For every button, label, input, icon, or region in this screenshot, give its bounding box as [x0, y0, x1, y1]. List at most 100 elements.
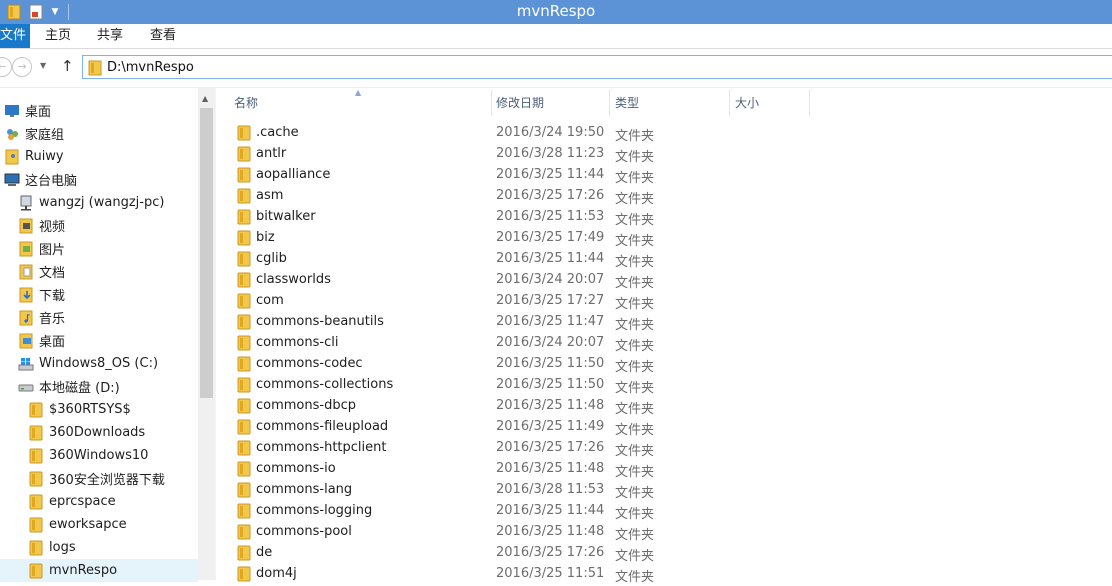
nav-tree-item[interactable]: 文档	[0, 260, 198, 283]
back-button[interactable]: ←	[0, 57, 12, 77]
file-type: 文件夹	[615, 465, 655, 480]
file-name: de	[256, 545, 273, 560]
user-folder-icon	[4, 149, 20, 165]
nav-tree-item-label: 桌面	[39, 335, 66, 350]
file-type: 文件夹	[615, 318, 655, 333]
file-name: bitwalker	[256, 209, 316, 224]
file-row[interactable]: commons-beanutils 2016/3/25 11:47 文件夹	[216, 312, 1112, 333]
folder-icon	[28, 425, 44, 441]
nav-tree-item-label: 家庭组	[25, 128, 65, 143]
file-row[interactable]: classworlds 2016/3/24 20:07 文件夹	[216, 270, 1112, 291]
file-row[interactable]: asm 2016/3/25 17:26 文件夹	[216, 186, 1112, 207]
column-header-name[interactable]: 名称	[234, 88, 258, 118]
column-divider[interactable]	[809, 90, 810, 116]
file-row[interactable]: .cache 2016/3/24 19:50 文件夹	[216, 123, 1112, 144]
column-header-size[interactable]: 大小	[735, 88, 759, 118]
tab-view[interactable]: 查看	[150, 24, 176, 48]
scrollbar-thumb[interactable]	[200, 108, 213, 398]
file-row[interactable]: cglib 2016/3/25 11:44 文件夹	[216, 249, 1112, 270]
address-bar[interactable]: D:\mvnRespo	[82, 55, 1112, 79]
nav-tree-item[interactable]: Ruiwy	[0, 145, 198, 168]
folder-icon	[28, 448, 44, 464]
downloads-icon	[18, 287, 34, 303]
file-type: 文件夹	[615, 528, 655, 543]
file-row[interactable]: commons-dbcp 2016/3/25 11:48 文件夹	[216, 396, 1112, 417]
file-row[interactable]: commons-io 2016/3/25 11:48 文件夹	[216, 459, 1112, 480]
title-bar: ▼ mvnRespo	[0, 0, 1112, 24]
file-date-modified: 2016/3/25 11:50	[496, 377, 605, 392]
folder-icon	[236, 482, 252, 498]
file-row[interactable]: commons-collections 2016/3/25 11:50 文件夹	[216, 375, 1112, 396]
file-row[interactable]: antlr 2016/3/28 11:23 文件夹	[216, 144, 1112, 165]
recent-locations-icon[interactable]: ▼	[40, 61, 46, 70]
file-row[interactable]: commons-lang 2016/3/28 11:53 文件夹	[216, 480, 1112, 501]
file-row[interactable]: commons-fileupload 2016/3/25 11:49 文件夹	[216, 417, 1112, 438]
file-row[interactable]: commons-cli 2016/3/24 20:07 文件夹	[216, 333, 1112, 354]
tab-home[interactable]: 主页	[45, 24, 71, 48]
nav-tree-item[interactable]: 图片	[0, 237, 198, 260]
nav-tree-item[interactable]: 桌面	[0, 99, 198, 122]
nav-tree-item[interactable]: 音乐	[0, 306, 198, 329]
file-name: .cache	[256, 125, 299, 140]
tab-file[interactable]: 文件	[0, 24, 30, 48]
file-date-modified: 2016/3/25 11:44	[496, 503, 605, 518]
file-type: 文件夹	[615, 255, 655, 270]
nav-tree-item-label: 下载	[39, 289, 66, 304]
desktop-icon	[4, 103, 20, 119]
nav-tree-item-label: 视频	[39, 220, 66, 235]
folder-icon	[236, 440, 252, 456]
nav-tree-item[interactable]: wangzj (wangzj-pc)	[0, 191, 198, 214]
file-type: 文件夹	[615, 213, 655, 228]
file-date-modified: 2016/3/25 17:49	[496, 230, 605, 245]
nav-tree-item[interactable]: mvnRespo	[0, 559, 198, 582]
column-divider[interactable]	[609, 90, 610, 116]
column-divider[interactable]	[729, 90, 730, 116]
scroll-up-icon[interactable]: ▲	[202, 94, 208, 103]
file-name: commons-pool	[256, 524, 352, 539]
nav-tree-item[interactable]: $360RTSYS$	[0, 398, 198, 421]
file-name: commons-io	[256, 461, 336, 476]
file-row[interactable]: commons-codec 2016/3/25 11:50 文件夹	[216, 354, 1112, 375]
nav-tree-item[interactable]: 桌面	[0, 329, 198, 352]
nav-tree-item[interactable]: eworksapce	[0, 513, 198, 536]
nav-tree-item[interactable]: 视频	[0, 214, 198, 237]
nav-tree-item[interactable]: 360Downloads	[0, 421, 198, 444]
file-row[interactable]: biz 2016/3/25 17:49 文件夹	[216, 228, 1112, 249]
file-row[interactable]: aopalliance 2016/3/25 11:44 文件夹	[216, 165, 1112, 186]
file-row[interactable]: com 2016/3/25 17:27 文件夹	[216, 291, 1112, 312]
file-name: asm	[256, 188, 284, 203]
file-row[interactable]: bitwalker 2016/3/25 11:53 文件夹	[216, 207, 1112, 228]
file-list: ▲ 名称 修改日期 类型 大小 .cache 2016/3/24 19:50 文件夹…	[216, 88, 1112, 585]
nav-tree-item[interactable]: 家庭组	[0, 122, 198, 145]
file-row[interactable]: commons-logging 2016/3/25 11:44 文件夹	[216, 501, 1112, 522]
network-drive-icon	[18, 195, 34, 211]
nav-tree-item[interactable]: eprcspace	[0, 490, 198, 513]
nav-tree-item[interactable]: 360安全浏览器下载	[0, 467, 198, 490]
nav-pane-scrollbar[interactable]: ▲	[198, 88, 215, 580]
column-header-type[interactable]: 类型	[615, 88, 639, 118]
file-date-modified: 2016/3/25 11:48	[496, 524, 605, 539]
nav-tree-item[interactable]: logs	[0, 536, 198, 559]
column-header-date[interactable]: 修改日期	[496, 88, 544, 118]
forward-button[interactable]: →	[12, 57, 32, 77]
file-row[interactable]: dom4j 2016/3/25 11:51 文件夹	[216, 564, 1112, 585]
file-name: commons-collections	[256, 377, 394, 392]
up-arrow-icon[interactable]: ↑	[61, 57, 74, 75]
column-divider[interactable]	[491, 90, 492, 116]
file-date-modified: 2016/3/25 11:53	[496, 209, 605, 224]
nav-tree-item[interactable]: 这台电脑	[0, 168, 198, 191]
folder-icon	[236, 335, 252, 351]
folder-icon	[236, 524, 252, 540]
file-date-modified: 2016/3/25 17:26	[496, 545, 605, 560]
tab-share[interactable]: 共享	[97, 24, 123, 48]
file-row[interactable]: de 2016/3/25 17:26 文件夹	[216, 543, 1112, 564]
file-row[interactable]: commons-pool 2016/3/25 11:48 文件夹	[216, 522, 1112, 543]
nav-tree-item[interactable]: 360Windows10	[0, 444, 198, 467]
nav-tree-item[interactable]: Windows8_OS (C:)	[0, 352, 198, 375]
nav-tree-item-label: 音乐	[39, 312, 66, 327]
folder-icon	[28, 517, 44, 533]
nav-tree-item[interactable]: 下载	[0, 283, 198, 306]
nav-tree-item[interactable]: 本地磁盘 (D:)	[0, 375, 198, 398]
file-row[interactable]: commons-httpclient 2016/3/25 17:26 文件夹	[216, 438, 1112, 459]
nav-tree-item-label: logs	[49, 540, 76, 555]
